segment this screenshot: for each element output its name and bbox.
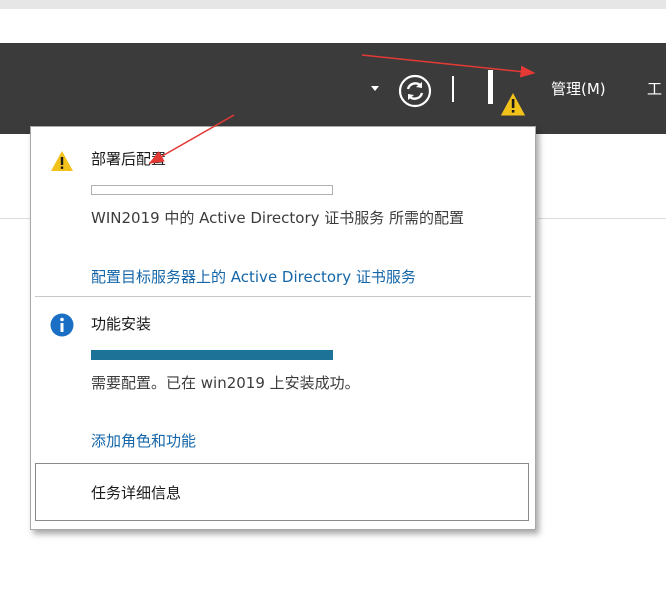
notification-description: WIN2019 中的 Active Directory 证书服务 所需的配置 [91, 209, 465, 227]
warning-icon [51, 151, 73, 171]
window-top-strip [0, 0, 666, 9]
section-divider [35, 296, 531, 297]
info-icon [50, 313, 74, 337]
background-divider-left [0, 218, 32, 219]
notification-description: 需要配置。已在 win2019 上安装成功。 [91, 374, 360, 392]
warning-icon [499, 90, 527, 117]
toolbar-separator [452, 76, 454, 102]
notification-title: 功能安装 [91, 315, 152, 333]
progress-fill [92, 351, 332, 359]
progress-bar [91, 185, 333, 195]
add-roles-features-link[interactable]: 添加角色和功能 [91, 430, 196, 451]
dropdown-caret-icon[interactable] [371, 86, 379, 91]
background-divider-right [538, 218, 666, 219]
task-details-button[interactable]: 任务详细信息 [35, 463, 529, 521]
notification-title: 部署后配置 [91, 150, 167, 168]
notification-flag-icon[interactable] [484, 68, 534, 118]
notifications-popup: 部署后配置 WIN2019 中的 Active Directory 证书服务 所… [30, 126, 536, 530]
task-details-label: 任务详细信息 [91, 484, 182, 502]
progress-bar [91, 350, 333, 360]
server-manager-window: 管理(M) 工 部署后配置 WIN2019 中的 Active Director… [0, 0, 666, 590]
tools-menu[interactable]: 工 [647, 78, 662, 100]
configure-adcs-link[interactable]: 配置目标服务器上的 Active Directory 证书服务 [91, 266, 416, 287]
refresh-icon[interactable] [397, 73, 433, 109]
manage-menu[interactable]: 管理(M) [551, 78, 606, 100]
